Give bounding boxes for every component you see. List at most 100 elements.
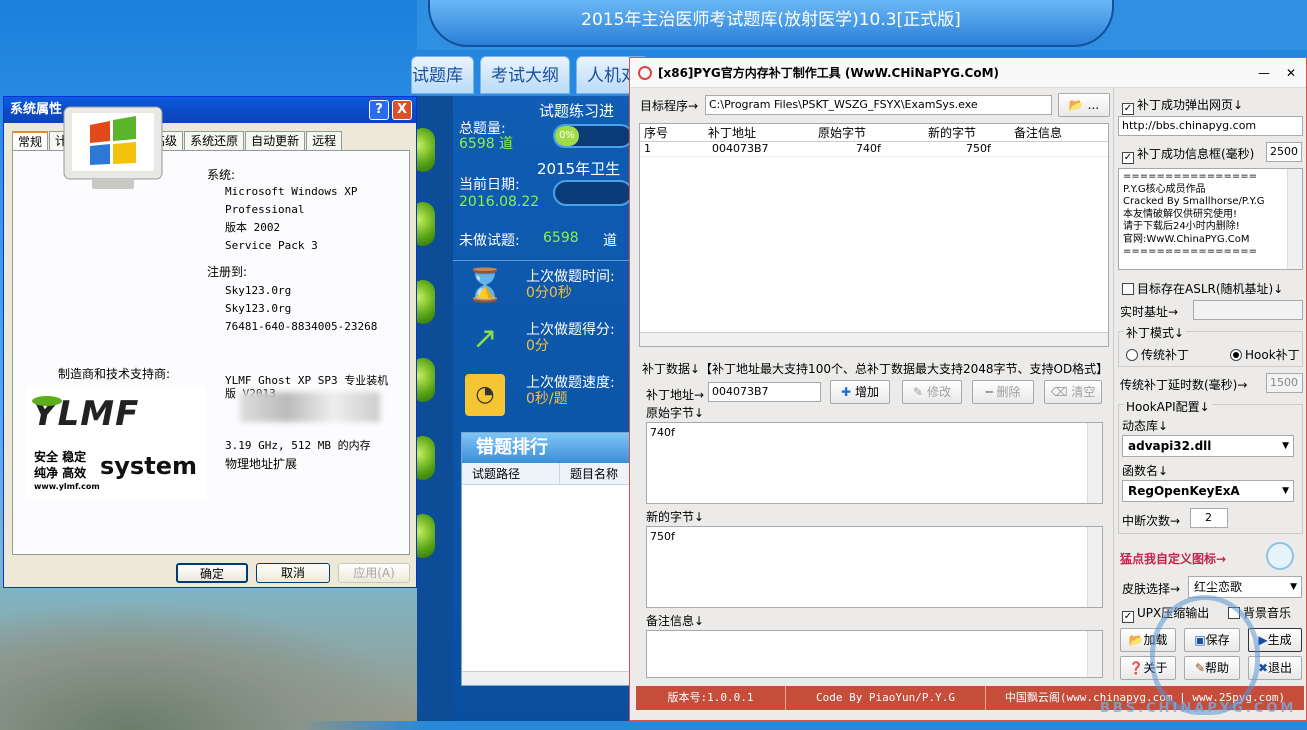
tab-question-bank[interactable]: 试题库 bbox=[411, 56, 474, 94]
registered-label: 注册到: bbox=[207, 265, 248, 279]
error-ranking-panel: 错题排行 试题路径 题目名称 bbox=[461, 432, 631, 686]
new-bytes-label: 新的字节↓ bbox=[646, 510, 705, 524]
info-line: 本友情破解仅供研究使用! bbox=[1123, 208, 1238, 220]
break-field[interactable]: 2 bbox=[1190, 508, 1228, 528]
tab-syllabus[interactable]: 考试大纲 bbox=[480, 56, 570, 94]
patch-data-label: 补丁数据↓【补丁地址最大支持100个、总补丁数据最大支持2048字节、支持OD格… bbox=[642, 362, 1109, 376]
close-button[interactable]: ✕ bbox=[1286, 58, 1296, 88]
tab-remote[interactable]: 远程 bbox=[306, 131, 343, 151]
popup-web-checkbox[interactable]: ✓ 补丁成功弹出网页↓ bbox=[1122, 96, 1243, 115]
cell-note bbox=[1012, 142, 1108, 156]
vertical-scrollbar[interactable] bbox=[1087, 423, 1102, 503]
table-row[interactable]: 1 004073B7 740f 750f bbox=[640, 142, 1108, 157]
col-note[interactable]: 备注信息 bbox=[1012, 124, 1108, 141]
func-value: RegOpenKeyExA bbox=[1128, 484, 1240, 498]
year-bar bbox=[553, 180, 633, 206]
vertical-scrollbar[interactable] bbox=[1087, 527, 1102, 607]
info-line: P.Y.G核心成员作品 bbox=[1123, 183, 1206, 195]
mode-hook-radio[interactable]: Hook补丁 bbox=[1230, 346, 1300, 363]
shield-icon bbox=[638, 66, 652, 80]
leaf-icon bbox=[32, 396, 62, 406]
minimize-button[interactable]: — bbox=[1258, 58, 1270, 88]
msgbox-checkbox[interactable]: ✓ 补丁成功信息框(毫秒) bbox=[1122, 145, 1254, 164]
status-version: 版本号:1.0.0.1 bbox=[636, 686, 786, 710]
col-address[interactable]: 补丁地址 bbox=[706, 124, 816, 141]
delay-label: 传统补丁延时数(毫秒)→ bbox=[1120, 378, 1248, 392]
mode-traditional-radio[interactable]: 传统补丁 bbox=[1126, 346, 1189, 363]
error-ranking-header: 试题路径 题目名称 bbox=[462, 463, 630, 485]
delete-button[interactable]: ━ 删除 bbox=[972, 380, 1034, 404]
target-path-field[interactable]: C:\Program Files\PSKT_WSZG_FSYX\ExamSys.… bbox=[705, 95, 1052, 115]
vertical-scrollbar[interactable] bbox=[1087, 631, 1102, 677]
radio-off-icon bbox=[1126, 349, 1138, 361]
col-original[interactable]: 原始字节 bbox=[816, 124, 926, 141]
custom-icon-preview[interactable] bbox=[1266, 542, 1294, 570]
info-message-field[interactable]: ================ P.Y.G核心成员作品 Cracked By … bbox=[1118, 168, 1303, 270]
patch-address-label: 补丁地址→ bbox=[646, 388, 705, 402]
patch-address-field[interactable]: 004073B7 bbox=[708, 382, 821, 402]
error-ranking-title: 错题排行 bbox=[462, 433, 630, 463]
undone-label: 未做试题: bbox=[459, 233, 520, 249]
original-bytes-label: 原始字节↓ bbox=[646, 406, 705, 420]
browse-button[interactable]: 📂 ... bbox=[1058, 93, 1110, 117]
original-bytes-value: 740f bbox=[650, 426, 675, 439]
checkbox-checked-icon: ✓ bbox=[1122, 152, 1134, 164]
status-author: Code By PiaoYun/P.Y.G bbox=[786, 686, 986, 710]
system-line: Microsoft Windows XP bbox=[225, 185, 358, 198]
col-question-path[interactable]: 试题路径 bbox=[462, 463, 560, 484]
last-score-value: 0分 bbox=[526, 338, 549, 354]
cell-original: 740f bbox=[856, 142, 881, 155]
generate-label: 生成 bbox=[1267, 633, 1292, 647]
dll-select[interactable]: advapi32.dll ▼ bbox=[1122, 435, 1294, 457]
tab-auto-update[interactable]: 自动更新 bbox=[245, 131, 306, 151]
modify-button[interactable]: ✎ 修改 bbox=[902, 380, 962, 404]
popup-web-label: 补丁成功弹出网页↓ bbox=[1137, 98, 1244, 112]
delete-label: 删除 bbox=[996, 385, 1021, 399]
close-button[interactable]: X bbox=[392, 100, 412, 120]
col-new[interactable]: 新的字节 bbox=[926, 124, 1012, 141]
tab-system-restore[interactable]: 系统还原 bbox=[184, 131, 245, 151]
watermark-text: BBS.CHINAPYG.COM bbox=[1100, 701, 1297, 716]
horizontal-scrollbar[interactable] bbox=[462, 671, 630, 685]
system-line: 版本 2002 bbox=[225, 221, 281, 234]
tab-general[interactable]: 常规 bbox=[12, 131, 49, 151]
radio-on-icon bbox=[1230, 349, 1242, 361]
patch-table: 序号 补丁地址 原始字节 新的字节 备注信息 1 004073B7 740f 7… bbox=[639, 123, 1109, 347]
patch-mode-label: 补丁模式↓ bbox=[1124, 324, 1187, 341]
clock-icon: ◔ bbox=[465, 374, 505, 416]
window-title: 系统属性 bbox=[10, 102, 63, 117]
monitor-icon bbox=[63, 106, 163, 189]
realbase-field[interactable] bbox=[1193, 300, 1303, 320]
add-button[interactable]: ✚ 增加 bbox=[830, 380, 890, 404]
clear-button[interactable]: ⌫ 清空 bbox=[1044, 380, 1102, 404]
exam-tabs: 试题库 考试大纲 人机对 bbox=[411, 56, 655, 96]
original-bytes-field[interactable]: 740f bbox=[646, 422, 1103, 504]
aslr-checkbox[interactable]: 目标存在ASLR(随机基址)↓ bbox=[1122, 280, 1283, 297]
delay-field[interactable]: 1500 bbox=[1266, 373, 1303, 393]
custom-icon-link[interactable]: 猛点我自定义图标→ bbox=[1120, 550, 1226, 567]
info-line: 请于下载后24小时内删除! bbox=[1123, 221, 1240, 232]
progress-bar: 0% bbox=[553, 124, 633, 148]
note-field[interactable] bbox=[646, 630, 1103, 678]
col-index[interactable]: 序号 bbox=[640, 124, 706, 141]
clear-label: 清空 bbox=[1071, 385, 1096, 399]
mode-hook-label: Hook补丁 bbox=[1245, 348, 1300, 362]
msgbox-label: 补丁成功信息框(毫秒) bbox=[1137, 147, 1255, 161]
vertical-scrollbar[interactable] bbox=[1287, 169, 1302, 269]
modify-label: 修改 bbox=[926, 385, 951, 399]
popup-url-field[interactable]: http://bbs.chinapyg.com bbox=[1118, 116, 1303, 136]
msgbox-ms-field[interactable]: 2500 bbox=[1266, 142, 1302, 162]
new-bytes-field[interactable]: 750f bbox=[646, 526, 1103, 608]
dll-label: 动态库↓ bbox=[1122, 419, 1169, 433]
title-bar: [x86]PYG官方内存补丁制作工具 (WwW.CHiNaPYG.CoM) — … bbox=[630, 58, 1306, 88]
help-button[interactable]: ? bbox=[369, 100, 389, 120]
func-select[interactable]: RegOpenKeyExA ▼ bbox=[1122, 480, 1294, 502]
cancel-button[interactable]: 取消 bbox=[256, 563, 330, 583]
bgm-label: 背景音乐 bbox=[1243, 606, 1292, 620]
undone-value: 6598 bbox=[543, 230, 579, 246]
ok-button[interactable]: 确定 bbox=[176, 563, 248, 583]
apply-button[interactable]: 应用(A) bbox=[338, 563, 410, 583]
horizontal-scrollbar[interactable] bbox=[640, 332, 1108, 346]
last-speed-value: 0秒/题 bbox=[526, 391, 568, 407]
col-question-name[interactable]: 题目名称 bbox=[560, 463, 618, 484]
